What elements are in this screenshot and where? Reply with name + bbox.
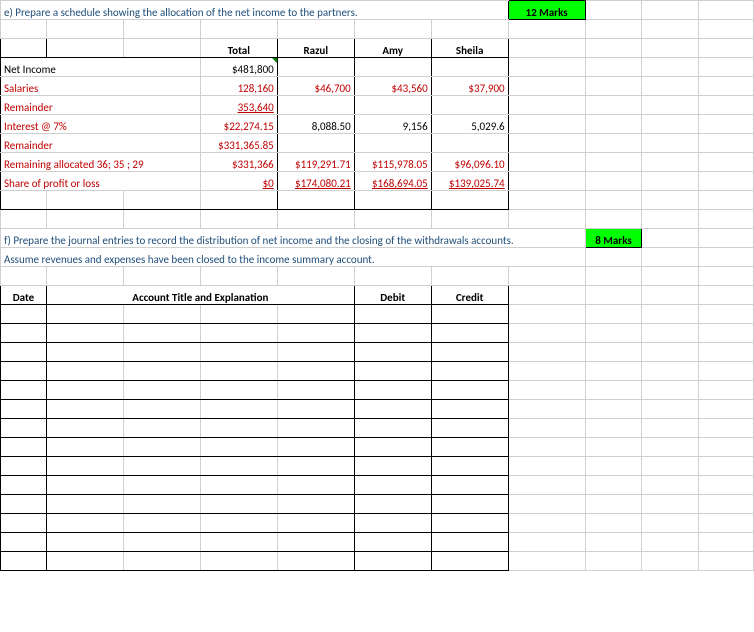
- journal-row[interactable]: [1, 533, 754, 552]
- val-int-p2[interactable]: 9,156: [354, 115, 431, 134]
- question-e-row: e) Prepare a schedule showing the alloca…: [1, 1, 754, 20]
- marks-badge-e: 12 Marks: [508, 1, 585, 20]
- journal-row[interactable]: [1, 343, 754, 362]
- val-share-p2[interactable]: $168,694.05: [354, 172, 431, 191]
- val-alloc-total[interactable]: $331,366: [200, 153, 277, 172]
- journal-header-row: Date Account Title and Explanation Debit…: [1, 286, 754, 305]
- val-net-income-total[interactable]: $481,800: [200, 58, 277, 77]
- journal-row[interactable]: [1, 381, 754, 400]
- val-rem2-total[interactable]: $331,365.85: [200, 134, 277, 153]
- label-interest: Interest @ 7%: [1, 115, 201, 134]
- val-int-total[interactable]: $22,274.15: [200, 115, 277, 134]
- val-sal-p1[interactable]: $46,700: [277, 77, 354, 96]
- col-account: Account Title and Explanation: [46, 286, 354, 305]
- row-interest: Interest @ 7% $22,274.15 8,088.50 9,156 …: [1, 115, 754, 134]
- val-share-p1[interactable]: $174,080.21: [277, 172, 354, 191]
- label-share: Share of profit or loss: [1, 172, 201, 191]
- journal-row[interactable]: [1, 400, 754, 419]
- row-remainder1: Remainder 353,640: [1, 96, 754, 115]
- val-alloc-p2[interactable]: $115,978.05: [354, 153, 431, 172]
- question-f-row: f) Prepare the journal entries to record…: [1, 229, 754, 248]
- val-alloc-p3[interactable]: $96,096.10: [431, 153, 508, 172]
- marks-badge-f: 8 Marks: [585, 229, 642, 248]
- journal-row[interactable]: [1, 419, 754, 438]
- label-alloc: Remaining allocated 36; 35 ; 29: [1, 153, 201, 172]
- val-share-total[interactable]: $0: [200, 172, 277, 191]
- val-int-p3[interactable]: 5,029.6: [431, 115, 508, 134]
- row-salaries: Salaries 128,160 $46,700 $43,560 $37,900: [1, 77, 754, 96]
- col-credit: Credit: [431, 286, 508, 305]
- row-net-income: Net Income $481,800: [1, 58, 754, 77]
- journal-row[interactable]: [1, 324, 754, 343]
- schedule-header-row: Total Razul Amy Sheila: [1, 39, 754, 58]
- col-debit: Debit: [354, 286, 431, 305]
- journal-row[interactable]: [1, 457, 754, 476]
- journal-row[interactable]: [1, 438, 754, 457]
- journal-row[interactable]: [1, 476, 754, 495]
- row-remainder2: Remainder $331,365.85: [1, 134, 754, 153]
- label-net-income: Net Income: [1, 58, 201, 77]
- journal-row[interactable]: [1, 362, 754, 381]
- row-share: Share of profit or loss $0 $174,080.21 $…: [1, 172, 754, 191]
- val-share-p3[interactable]: $139,025.74: [431, 172, 508, 191]
- question-f-line2: Assume revenues and expenses have been c…: [1, 248, 586, 267]
- col-date: Date: [1, 286, 47, 305]
- journal-row[interactable]: [1, 305, 754, 324]
- col-p3: Sheila: [431, 39, 508, 58]
- col-p1: Razul: [277, 39, 354, 58]
- spreadsheet: e) Prepare a schedule showing the alloca…: [0, 0, 754, 571]
- val-sal-p2[interactable]: $43,560: [354, 77, 431, 96]
- question-e-text: e) Prepare a schedule showing the alloca…: [1, 1, 509, 20]
- val-int-p1[interactable]: 8,088.50: [277, 115, 354, 134]
- row-remaining-alloc: Remaining allocated 36; 35 ; 29 $331,366…: [1, 153, 754, 172]
- question-f-line1: f) Prepare the journal entries to record…: [1, 229, 586, 248]
- journal-row[interactable]: [1, 514, 754, 533]
- col-total: Total: [200, 39, 277, 58]
- label-salaries: Salaries: [1, 77, 201, 96]
- val-sal-p3[interactable]: $37,900: [431, 77, 508, 96]
- label-rem2: Remainder: [1, 134, 201, 153]
- journal-row[interactable]: [1, 495, 754, 514]
- journal-row[interactable]: [1, 552, 754, 571]
- label-rem1: Remainder: [1, 96, 201, 115]
- val-rem1-total[interactable]: 353,640: [200, 96, 277, 115]
- col-p2: Amy: [354, 39, 431, 58]
- val-sal-total[interactable]: 128,160: [200, 77, 277, 96]
- val-alloc-p1[interactable]: $119,291.71: [277, 153, 354, 172]
